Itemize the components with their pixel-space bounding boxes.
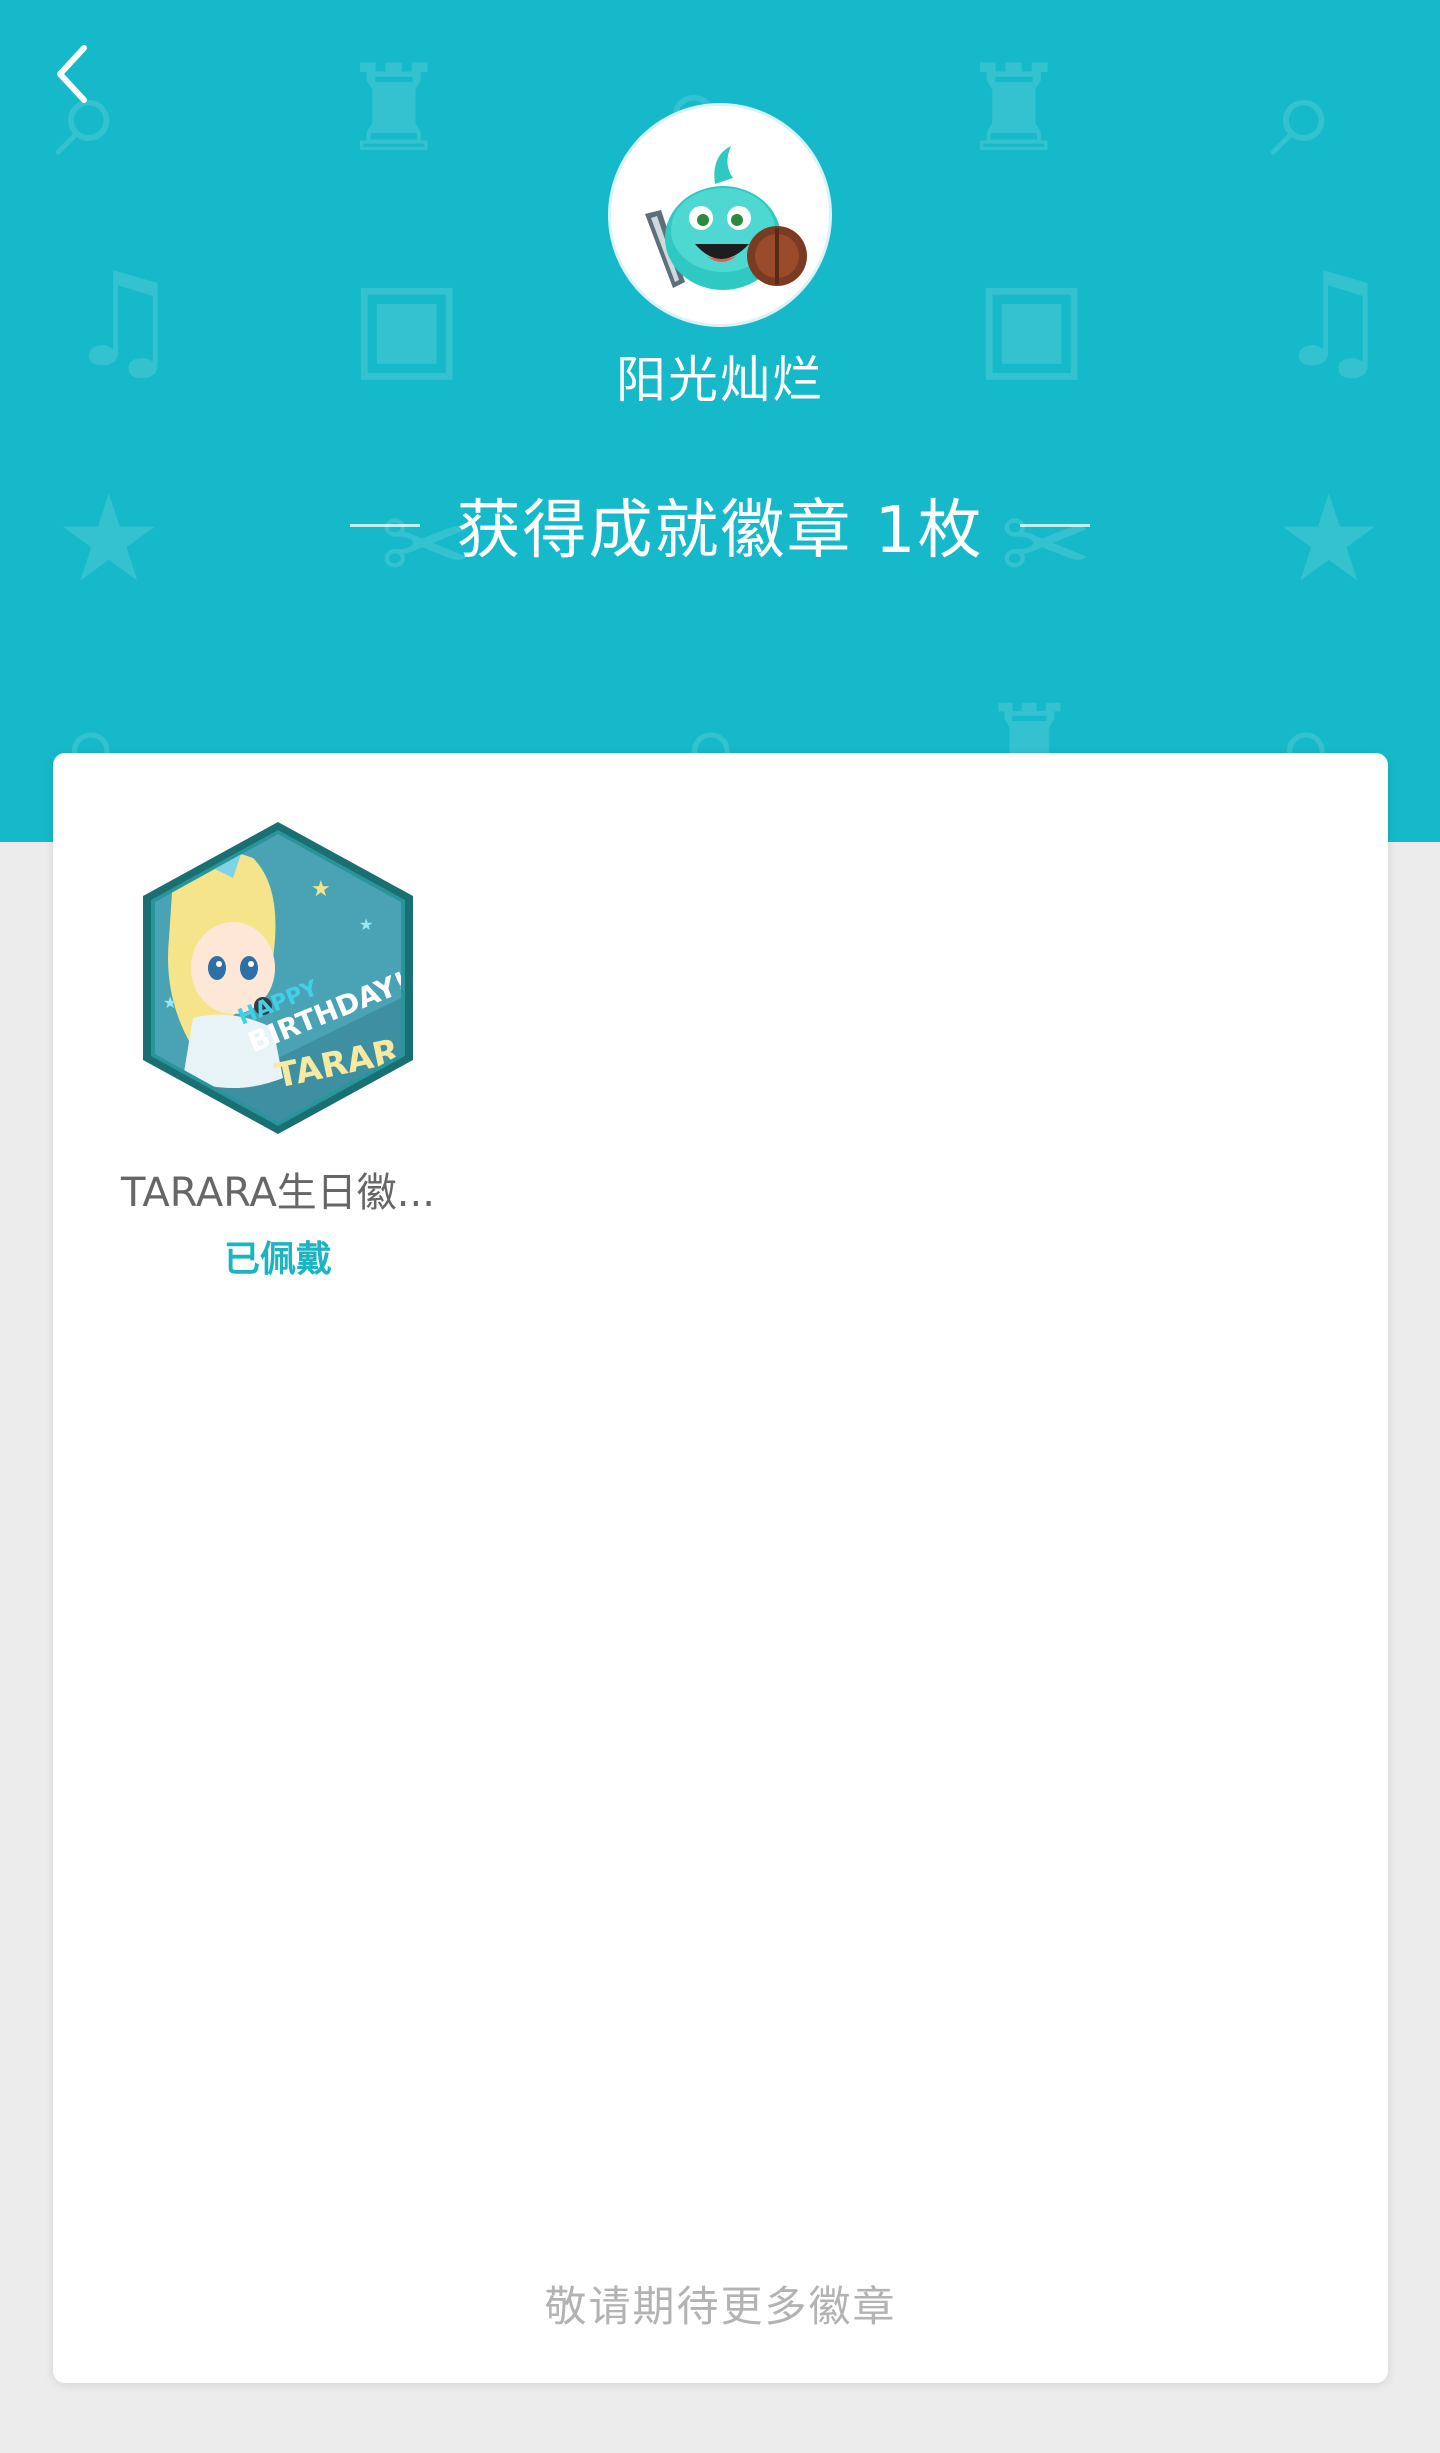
slime-avatar-image [645,146,807,290]
user-name: 阳光灿烂 [616,351,824,409]
divider-left [350,523,421,527]
svg-text:★: ★ [311,877,331,902]
badge-item[interactable]: ★ ★ ★ HAPPY BIRTHDAY! TARARA TARARA生日徽..… [113,818,443,1282]
birthday-badge-image: ★ ★ ★ HAPPY BIRTHDAY! TARARA [143,822,413,1134]
achievement-count-text: 获得成就徽章 1枚 [456,494,984,568]
svg-text:★: ★ [163,993,177,1012]
trophy-icon: ♜ [340,40,448,179]
back-button[interactable] [48,36,128,116]
badge-list-card: ★ ★ ★ HAPPY BIRTHDAY! TARARA TARARA生日徽..… [53,753,1388,2383]
user-avatar[interactable] [608,103,832,327]
divider-right [1019,523,1090,527]
more-badges-note: 敬请期待更多徽章 [544,2282,897,2331]
profile-header: ⌕ ♜ ⌕ ♜ ⌕ ♫ ▣ ▣ ♫ ★ ✂ ✂ ★ ⌕ ⌕ ♜ ⌕ [0,0,1440,842]
svg-text:★: ★ [359,915,373,934]
badge-status: 已佩戴 [223,1239,332,1280]
trophy-icon: ♜ [960,40,1068,179]
chevron-left-icon [57,45,87,103]
achievement-summary: 获得成就徽章 1枚 [0,480,1440,570]
badge-name: TARARA生日徽... [121,1170,435,1216]
search-icon: ⌕ [1270,45,1338,184]
